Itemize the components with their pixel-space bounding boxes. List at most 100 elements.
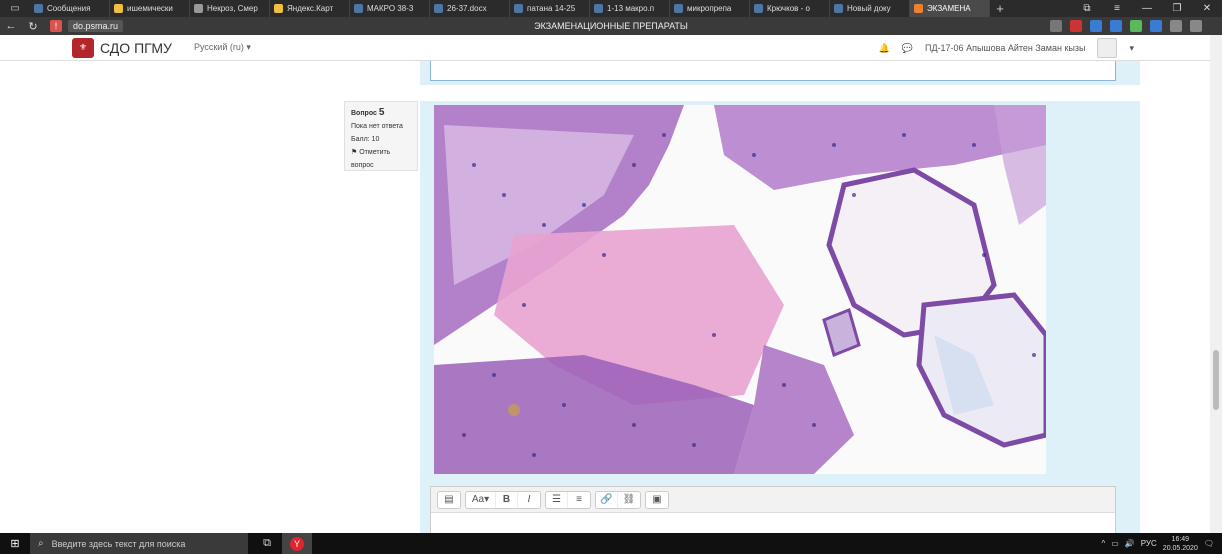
- notifications-center-icon[interactable]: 🗨: [1204, 539, 1214, 548]
- back-icon[interactable]: ←: [0, 20, 22, 32]
- extension-play-icon[interactable]: [1110, 20, 1122, 32]
- answer-textarea[interactable]: [431, 513, 1115, 533]
- link-icon[interactable]: 🔗: [596, 491, 618, 508]
- input-language[interactable]: РУС: [1141, 539, 1157, 548]
- yandex-browser-icon[interactable]: Y: [282, 533, 312, 554]
- answer-editor: ▤ Aa▾ B I ☰ ≡ 🔗 ⛓ ▣: [430, 486, 1116, 533]
- brand-title[interactable]: СДО ПГМУ: [100, 40, 172, 56]
- question-score: Балл: 10: [351, 136, 380, 143]
- browser-tab[interactable]: Крючков - о: [750, 0, 830, 17]
- tab-label: Некроз, Смер: [207, 4, 258, 13]
- ordered-list-icon[interactable]: ≡: [568, 492, 590, 508]
- tab-favicon-icon: [114, 4, 123, 13]
- new-tab-button[interactable]: +: [990, 1, 1010, 16]
- clock-date: 20.05.2020: [1162, 544, 1198, 552]
- browser-tab[interactable]: Некроз, Смер: [190, 0, 270, 17]
- tab-favicon-icon: [274, 4, 283, 13]
- sidebar-toggle-icon[interactable]: ▭: [0, 0, 30, 17]
- tab-label: 1-13 макро.п: [607, 4, 655, 13]
- user-name[interactable]: ПД-17-06 Апышова Айтен Заман кызы: [925, 43, 1085, 53]
- page-title: ЭКЗАМЕНАЦИОННЫЕ ПРЕПАРАТЫ: [534, 21, 688, 31]
- tab-label: микропрепа: [687, 4, 732, 13]
- clock[interactable]: 16:49 20.05.2020: [1163, 535, 1198, 553]
- tab-label: Крючков - о: [767, 4, 810, 13]
- toolbar-group-links: 🔗 ⛓: [595, 490, 641, 509]
- browser-tab[interactable]: ишемически: [110, 0, 190, 17]
- volume-icon[interactable]: 🔊: [1125, 539, 1135, 548]
- taskbar-search[interactable]: ⌕ Введите здесь текст для поиска: [30, 533, 248, 554]
- extension-puzzle-icon[interactable]: [1190, 20, 1202, 32]
- restore-icon[interactable]: ❐: [1162, 3, 1192, 14]
- font-style-icon[interactable]: Aa▾: [466, 491, 496, 508]
- close-icon[interactable]: ✕: [1192, 3, 1222, 14]
- messages-icon[interactable]: 💬: [902, 43, 913, 54]
- windows-start-icon[interactable]: ⊞: [0, 533, 30, 554]
- scrollbar-thumb[interactable]: [1213, 350, 1219, 410]
- browser-tab[interactable]: 1-13 макро.п: [590, 0, 670, 17]
- menu-icon[interactable]: ≡: [1102, 3, 1132, 14]
- tab-favicon-icon: [34, 4, 43, 13]
- unlink-icon[interactable]: ⛓: [618, 492, 640, 508]
- tab-label: Яндекс.Карт: [287, 4, 334, 13]
- tab-label: патана 14-25: [527, 4, 576, 13]
- browser-tab[interactable]: патана 14-25: [510, 0, 590, 17]
- notifications-icon[interactable]: 🔔: [879, 43, 890, 54]
- tab-favicon-icon: [194, 4, 203, 13]
- url-field[interactable]: ! do.psma.ru: [50, 20, 124, 32]
- extension-blue-icon[interactable]: [1090, 20, 1102, 32]
- flag-question-label: Отметить вопрос: [351, 149, 391, 169]
- browser-tab[interactable]: Яндекс.Карт: [270, 0, 350, 17]
- search-icon: ⌕: [38, 538, 44, 549]
- extension-red-icon[interactable]: [1070, 20, 1082, 32]
- browser-tab[interactable]: Сообщения: [30, 0, 110, 17]
- browser-tab[interactable]: ЭКЗАМЕНА: [910, 0, 990, 17]
- editor-toolbar: ▤ Aa▾ B I ☰ ≡ 🔗 ⛓ ▣: [431, 487, 1115, 513]
- tab-favicon-icon: [754, 4, 763, 13]
- flag-question-link[interactable]: ⚑ Отметить вопрос: [351, 146, 411, 172]
- question-label: Вопрос: [351, 110, 377, 117]
- download-icon[interactable]: [1130, 20, 1142, 32]
- unordered-list-icon[interactable]: ☰: [546, 491, 568, 508]
- flag-icon: ⚑: [351, 149, 358, 156]
- tab-favicon-icon: [834, 4, 843, 13]
- bold-icon[interactable]: B: [496, 491, 518, 508]
- toolbar-group-toggle: ▤: [437, 490, 461, 509]
- page-scrollbar[interactable]: [1210, 35, 1222, 533]
- system-tray: ^ ▭ 🔊 РУС 16:49 20.05.2020 🗨: [1101, 533, 1222, 554]
- histology-micrograph: [434, 105, 1046, 474]
- avatar[interactable]: [1097, 38, 1118, 58]
- psma-logo-icon[interactable]: ⚜: [72, 37, 94, 58]
- browser-tab[interactable]: Новый доку: [830, 0, 910, 17]
- tab-favicon-icon: [514, 4, 523, 13]
- share-icon[interactable]: [1170, 20, 1182, 32]
- network-icon[interactable]: ▭: [1111, 539, 1119, 548]
- task-view-icon[interactable]: ⧉: [252, 533, 282, 554]
- browser-tab[interactable]: МАКРО 38-3: [350, 0, 430, 17]
- image-icon[interactable]: ▣: [646, 492, 668, 508]
- reload-icon[interactable]: ↻: [22, 20, 44, 33]
- browser-tab[interactable]: 26-37.docx: [430, 0, 510, 17]
- previous-answer-textarea[interactable]: [430, 61, 1116, 81]
- tab-label: ЭКЗАМЕНА: [927, 4, 971, 13]
- tray-chevron-icon[interactable]: ^: [1101, 539, 1105, 548]
- extension-globe-icon[interactable]: [1150, 20, 1162, 32]
- taskbar-apps: ⧉ Y: [252, 533, 312, 554]
- window-controls: ⧉ ≡ — ❐ ✕: [1072, 0, 1222, 17]
- collections-icon[interactable]: ⧉: [1072, 3, 1102, 14]
- tab-label: 26-37.docx: [447, 4, 487, 13]
- extension-icons: [1050, 17, 1202, 35]
- language-selector[interactable]: Русский (ru) ▾: [194, 42, 251, 53]
- question-info: Вопрос 5 Пока нет ответа Балл: 10 ⚑ Отме…: [344, 101, 418, 171]
- question-status: Пока нет ответа: [351, 123, 403, 130]
- address-bar: ← ↻ ! do.psma.ru ЭКЗАМЕНАЦИОННЫЕ ПРЕПАРА…: [0, 17, 1222, 35]
- tab-favicon-icon: [914, 4, 923, 13]
- question-number-value: 5: [378, 107, 385, 118]
- italic-icon[interactable]: I: [518, 492, 540, 508]
- previous-question-box: [420, 61, 1140, 85]
- bookmark-icon[interactable]: [1050, 20, 1062, 32]
- toolbar-toggle-icon[interactable]: ▤: [438, 492, 460, 508]
- minimize-icon[interactable]: —: [1132, 3, 1162, 14]
- main-content: Вопрос 5 Пока нет ответа Балл: 10 ⚑ Отме…: [0, 61, 1210, 533]
- browser-tab[interactable]: микропрепа: [670, 0, 750, 17]
- chevron-down-icon[interactable]: ▾: [1129, 43, 1134, 54]
